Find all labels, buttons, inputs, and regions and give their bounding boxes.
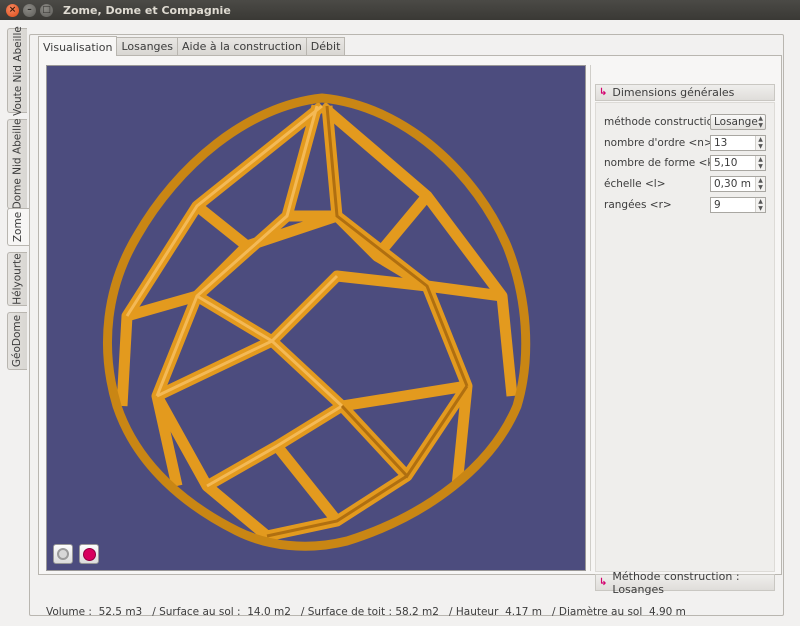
side-tab-label: Dome Nid Abeille	[11, 118, 24, 210]
window-title: Zome, Dome et Compagnie	[63, 3, 231, 17]
select-arrows-icon: ▲ ▼	[758, 115, 763, 129]
expand-arrow-icon: ↳	[599, 577, 608, 588]
ordre-value: 13	[714, 137, 728, 149]
forme-spinbox[interactable]: 5,10 ▲ ▼	[710, 155, 766, 171]
3d-viewport[interactable]	[46, 65, 586, 571]
record-button[interactable]	[79, 544, 99, 564]
side-tab-geodome[interactable]: GéoDome	[7, 312, 27, 370]
record-icon	[82, 547, 96, 561]
top-tab-bar: Visualisation Losanges Aide à la constru…	[38, 36, 346, 56]
forme-row: nombre de forme <k> 5,10 ▲ ▼	[604, 155, 772, 171]
tab-label: Visualisation	[43, 40, 113, 54]
dimensions-section-header[interactable]: ↳ Dimensions générales	[595, 84, 775, 101]
section-title: Dimensions générales	[612, 86, 735, 99]
tab-visualisation[interactable]: Visualisation	[38, 36, 118, 56]
side-tab-zome[interactable]: Zome	[7, 208, 29, 246]
close-window-icon[interactable]: ×	[6, 3, 19, 17]
title-bar: × – □ Zome, Dome et Compagnie	[0, 0, 800, 20]
spin-arrows-icon[interactable]: ▲ ▼	[755, 136, 765, 150]
spin-arrows-icon[interactable]: ▲ ▼	[755, 177, 765, 191]
methode-value: Losange	[714, 116, 758, 128]
parameters-panel: ↳ Dimensions générales méthode construct…	[590, 65, 776, 596]
maximize-window-icon[interactable]: □	[40, 3, 53, 17]
tab-label: Aide à la construction	[182, 40, 302, 53]
echelle-label: échelle <l>	[604, 178, 666, 190]
tab-label: Losanges	[121, 40, 174, 53]
reset-view-button[interactable]	[53, 544, 73, 564]
section-title: Méthode construction : Losanges	[612, 569, 740, 596]
methode-select[interactable]: Losange ▲ ▼	[710, 114, 766, 130]
ordre-row: nombre d'ordre <n> 13 ▲ ▼	[604, 135, 772, 151]
methode-section-header[interactable]: ↳ Méthode construction : Losanges	[595, 570, 775, 596]
side-tab-label: Zome	[12, 211, 25, 243]
forme-label: nombre de forme <k>	[604, 157, 723, 169]
tab-losanges[interactable]: Losanges	[117, 37, 179, 56]
side-tab-voute-nid-abeille[interactable]: Voute Nid Abeille	[7, 25, 27, 116]
side-tab-label: Hélyourte	[11, 253, 24, 305]
rangees-label: rangées <r>	[604, 199, 672, 211]
echelle-value: 0,30 m	[714, 178, 751, 190]
tab-debit[interactable]: Débit	[306, 37, 346, 56]
tab-label: Débit	[310, 40, 341, 53]
main-window: Voute Nid Abeille Dome Nid Abeille Zome …	[0, 20, 800, 626]
rangees-row: rangées <r> 9 ▲ ▼	[604, 197, 772, 213]
expand-arrow-icon: ↳	[599, 87, 608, 98]
side-tab-label: GéoDome	[11, 314, 24, 368]
status-bar: Volume : 52.5 m3 / Surface au sol : 14.0…	[46, 606, 686, 618]
echelle-spinbox[interactable]: 0,30 m ▲ ▼	[710, 176, 766, 192]
minimize-window-icon[interactable]: –	[23, 3, 36, 17]
methode-label: méthode construction	[604, 116, 720, 128]
echelle-row: échelle <l> 0,30 m ▲ ▼	[604, 176, 772, 192]
ordre-label: nombre d'ordre <n>	[604, 137, 713, 149]
dimensions-section-body: méthode construction Losange ▲ ▼ nombre d…	[595, 102, 775, 572]
rangees-value: 9	[714, 199, 721, 211]
ordre-spinbox[interactable]: 13 ▲ ▼	[710, 135, 766, 151]
zome-structure-render	[102, 93, 531, 551]
spin-arrows-icon[interactable]: ▲ ▼	[755, 198, 765, 212]
side-tab-label: Voute Nid Abeille	[11, 25, 24, 116]
side-tab-helyourte[interactable]: Hélyourte	[7, 252, 27, 306]
rangees-spinbox[interactable]: 9 ▲ ▼	[710, 197, 766, 213]
tab-aide-construction[interactable]: Aide à la construction	[178, 37, 307, 56]
methode-row: méthode construction Losange ▲ ▼	[604, 114, 772, 130]
side-tab-dome-nid-abeille[interactable]: Dome Nid Abeille	[7, 119, 27, 209]
forme-value: 5,10	[714, 157, 738, 169]
view-reset-icon	[57, 548, 69, 560]
spin-arrows-icon[interactable]: ▲ ▼	[755, 156, 765, 170]
